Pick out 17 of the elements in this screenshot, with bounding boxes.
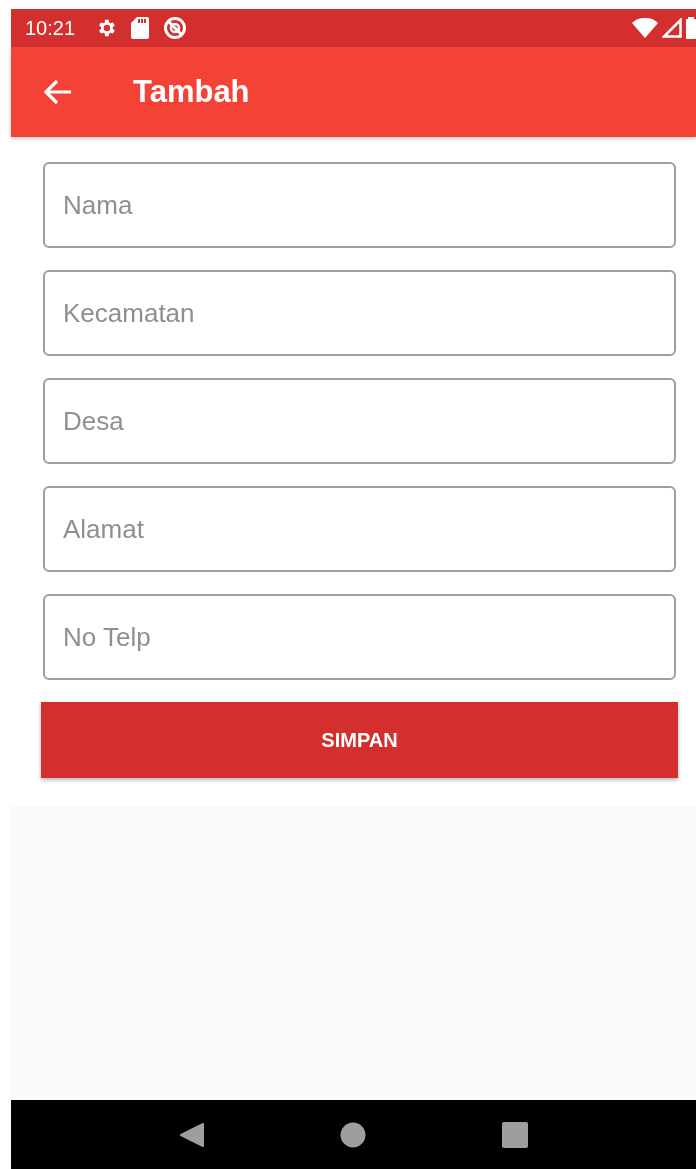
status-time: 10:21 [25,16,76,40]
recents-icon[interactable] [502,1121,529,1148]
home-icon[interactable] [340,1121,367,1148]
no-entry-circle-icon [163,16,188,40]
input-field[interactable]: Kecamatan [43,270,676,356]
back-arrow-icon[interactable] [43,79,73,105]
sd-card-icon [131,17,150,39]
input-field[interactable]: Nama [43,162,676,248]
input-field[interactable]: Alamat [43,486,676,572]
app-bar-title: Tambah [133,74,250,110]
input-field[interactable]: Desa [43,378,676,464]
input-field[interactable]: No Telp [43,594,676,680]
signal-icon [662,18,682,38]
battery-icon [686,17,696,39]
wifi-icon [632,18,658,38]
back-icon[interactable] [178,1121,205,1148]
save-button[interactable]: SIMPAN [41,702,678,778]
